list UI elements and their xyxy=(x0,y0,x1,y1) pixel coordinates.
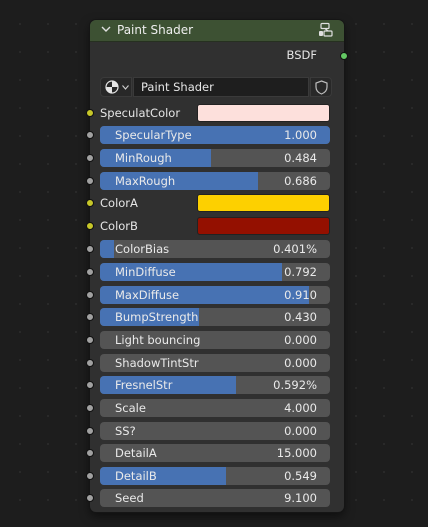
slider-value: 0.430 xyxy=(284,310,317,324)
value-slider[interactable]: ColorBias 0.401% xyxy=(100,240,330,258)
slider-value: 1.000 xyxy=(284,128,317,142)
color-swatch-speculatcolor[interactable] xyxy=(197,104,330,122)
slider-label: SS? xyxy=(115,424,136,438)
slider-label: MinDiffuse xyxy=(115,265,176,279)
slider-value: 15.000 xyxy=(276,446,317,460)
slider-label: MaxDiffuse xyxy=(115,288,180,302)
value-slider[interactable]: Seed 9.100 xyxy=(100,489,330,507)
input-socket[interactable] xyxy=(86,291,94,299)
material-sphere-icon xyxy=(105,80,119,94)
value-slider[interactable]: FresnelStr 0.592% xyxy=(100,376,330,394)
input-socket[interactable] xyxy=(86,131,94,139)
input-socket-speculatcolor[interactable] xyxy=(86,109,94,117)
slider-value: 0.000 xyxy=(284,424,317,438)
slider-value: 0.792 xyxy=(284,265,317,279)
value-slider[interactable]: BumpStrength 0.430 xyxy=(100,308,330,326)
slider-label: DetailB xyxy=(115,469,157,483)
input-socket[interactable] xyxy=(86,154,94,162)
value-slider[interactable]: MinRough 0.484 xyxy=(100,149,330,167)
value-slider[interactable]: MaxDiffuse 0.910 xyxy=(100,286,330,304)
value-slider[interactable]: DetailA 15.000 xyxy=(100,444,330,462)
output-socket-bsdf[interactable] xyxy=(340,52,348,60)
slider-value: 0.592% xyxy=(273,378,317,392)
input-socket[interactable] xyxy=(86,177,94,185)
chevron-down-icon xyxy=(122,85,129,90)
chevron-down-icon[interactable] xyxy=(101,24,111,34)
slider-value: 0.686 xyxy=(284,174,317,188)
value-slider[interactable]: MinDiffuse 0.792 xyxy=(100,263,330,281)
slider-label: MaxRough xyxy=(115,174,176,188)
value-slider[interactable]: Light bouncing 0.000 xyxy=(100,331,330,349)
value-slider[interactable]: ShadowTintStr 0.000 xyxy=(100,354,330,372)
value-slider[interactable]: DetailB 0.549 xyxy=(100,467,330,485)
slider-label: FresnelStr xyxy=(115,378,173,392)
input-socket[interactable] xyxy=(86,268,94,276)
slider-value: 4.000 xyxy=(284,401,317,415)
input-socket[interactable] xyxy=(86,336,94,344)
slider-value: 0.000 xyxy=(284,356,317,370)
slider-value: 0.910 xyxy=(284,288,317,302)
value-slider[interactable]: Scale 4.000 xyxy=(100,399,330,417)
slider-fill xyxy=(100,240,114,258)
slider-label: ShadowTintStr xyxy=(115,356,199,370)
datablock-browse-button[interactable] xyxy=(100,77,132,97)
output-label-bsdf: BSDF xyxy=(286,48,317,62)
fake-user-button[interactable] xyxy=(310,77,332,97)
label-speculatcolor: SpeculatColor xyxy=(100,106,181,120)
slider-label: Seed xyxy=(115,491,144,505)
input-socket[interactable] xyxy=(86,449,94,457)
slider-label: SpecularType xyxy=(115,128,192,142)
label-colorb: ColorB xyxy=(100,219,138,233)
slider-label: MinRough xyxy=(115,151,172,165)
input-socket-colorb[interactable] xyxy=(86,222,94,230)
input-socket[interactable] xyxy=(86,381,94,389)
node-title: Paint Shader xyxy=(117,23,194,37)
input-socket[interactable] xyxy=(86,359,94,367)
input-socket[interactable] xyxy=(86,313,94,321)
input-socket[interactable] xyxy=(86,472,94,480)
shield-icon xyxy=(315,80,328,95)
input-socket[interactable] xyxy=(86,404,94,412)
slider-value: 0.484 xyxy=(284,151,317,165)
datablock-selector[interactable]: Paint Shader xyxy=(100,77,332,97)
input-socket[interactable] xyxy=(86,245,94,253)
slider-value: 9.100 xyxy=(284,491,317,505)
value-slider[interactable]: MaxRough 0.686 xyxy=(100,172,330,190)
node-tree-icon[interactable] xyxy=(318,22,334,38)
slider-value: 0.401% xyxy=(273,242,317,256)
slider-value: 0.000 xyxy=(284,333,317,347)
slider-value: 0.549 xyxy=(284,469,317,483)
slider-label: DetailA xyxy=(115,446,157,460)
paint-shader-node[interactable]: Paint Shader BSDF Paint Shader SpeculatC… xyxy=(86,20,348,512)
input-socket-colora[interactable] xyxy=(86,199,94,207)
slider-label: Light bouncing xyxy=(115,333,201,347)
label-colora: ColorA xyxy=(100,196,138,210)
datablock-name-field[interactable]: Paint Shader xyxy=(133,77,309,97)
node-header[interactable]: Paint Shader xyxy=(90,20,344,42)
slider-label: ColorBias xyxy=(115,242,170,256)
slider-label: BumpStrength xyxy=(115,310,199,324)
input-socket[interactable] xyxy=(86,427,94,435)
input-socket[interactable] xyxy=(86,494,94,502)
color-swatch-colorb[interactable] xyxy=(197,217,330,235)
color-swatch-colora[interactable] xyxy=(197,194,330,212)
slider-label: Scale xyxy=(115,401,146,415)
value-slider[interactable]: SpecularType 1.000 xyxy=(100,126,330,144)
value-slider[interactable]: SS? 0.000 xyxy=(100,422,330,440)
